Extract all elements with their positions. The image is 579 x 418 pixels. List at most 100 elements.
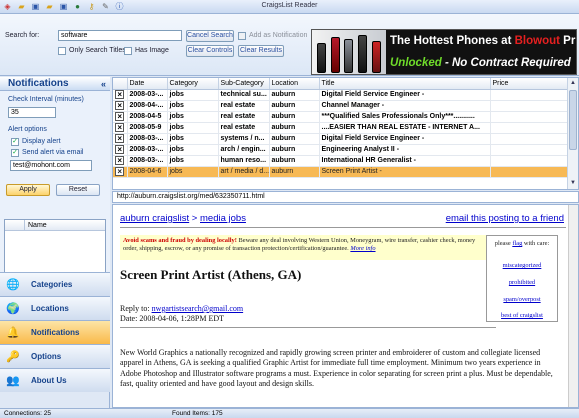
table-row[interactable]: × 2008-04-5 jobs real estate auburn ***Qualif… bbox=[113, 111, 569, 123]
cell-title: Channel Manager - bbox=[319, 100, 491, 112]
search-bar: Search for: software Cancel Search Add a… bbox=[0, 14, 579, 76]
delete-icon[interactable]: × bbox=[115, 112, 125, 121]
grid-header-category[interactable]: Category bbox=[167, 78, 219, 90]
cell-price bbox=[490, 133, 569, 145]
crumb-site-link[interactable]: auburn craigslist bbox=[120, 213, 189, 224]
nav-notifications-label: Notifications bbox=[31, 328, 80, 337]
table-row[interactable]: × 2008-04-... jobs real estate auburn Channel… bbox=[113, 100, 569, 112]
delete-icon[interactable]: × bbox=[115, 156, 125, 165]
table-row[interactable]: × 2008-04-6 jobs art / media / d... auburn Sc… bbox=[113, 166, 569, 178]
grid-header-date[interactable]: Date bbox=[127, 78, 168, 90]
divider bbox=[120, 227, 566, 228]
title-bar: ◈ ▰ ▣ ▰ ▣ ● ⚷ ✎ ⓘ CraigsList Reader bbox=[0, 0, 579, 14]
cell-location: auburn bbox=[269, 166, 320, 178]
add-notification-checkbox[interactable] bbox=[238, 32, 246, 40]
delete-row-cell: × bbox=[113, 89, 128, 101]
has-image-checkbox[interactable] bbox=[124, 47, 132, 55]
clear-controls-button[interactable]: Clear Controls bbox=[186, 45, 234, 57]
sidebar: Notifications « Check Interval (minutes)… bbox=[0, 77, 110, 408]
nav-categories-label: Categories bbox=[31, 280, 73, 289]
grid-header-price[interactable]: Price bbox=[490, 78, 569, 90]
nav-notifications[interactable]: 🔔 Notifications bbox=[0, 320, 110, 344]
grid-scroll-thumb[interactable] bbox=[569, 90, 577, 150]
only-titles-checkbox[interactable] bbox=[58, 47, 66, 55]
search-input[interactable]: software bbox=[58, 30, 182, 41]
nav-categories[interactable]: 🌐 Categories bbox=[0, 272, 110, 296]
display-alert-checkbox[interactable]: ✓ bbox=[11, 138, 19, 146]
results-grid[interactable]: Date Category Sub-Category Location Titl… bbox=[112, 77, 579, 190]
collapse-icon[interactable]: « bbox=[101, 77, 106, 91]
cell-sub-category: real estate bbox=[218, 122, 270, 134]
delete-icon[interactable]: × bbox=[115, 90, 125, 99]
delete-row-cell: × bbox=[113, 100, 128, 112]
found-items-status: Found Items: 175 bbox=[172, 410, 223, 417]
cell-price bbox=[490, 122, 569, 134]
people-icon: 👥 bbox=[6, 375, 20, 387]
clear-results-button[interactable]: Clear Results bbox=[238, 45, 284, 57]
delete-icon[interactable]: × bbox=[115, 134, 125, 143]
table-row[interactable]: × 2008-03-... jobs technical su... auburn Dig… bbox=[113, 89, 569, 101]
table-row[interactable]: × 2008-05-9 jobs real estate auburn ....EASIE… bbox=[113, 122, 569, 134]
flag-best-of-link[interactable]: best of craigslist bbox=[487, 312, 557, 319]
interval-input[interactable]: 35 bbox=[8, 107, 56, 118]
flag-miscategorized-link[interactable]: miscategorized bbox=[487, 262, 557, 269]
grid-header-title[interactable]: Title bbox=[319, 78, 491, 90]
grid-header-sub-category[interactable]: Sub-Category bbox=[218, 78, 270, 90]
name-list-header: Name bbox=[5, 220, 105, 231]
posting-title: Screen Print Artist (Athens, GA) bbox=[120, 267, 302, 282]
cell-sub-category: systems / n... bbox=[218, 133, 270, 145]
cell-title: Digital Field Service Engineer - bbox=[319, 89, 491, 101]
add-notification-label: Add as Notification bbox=[249, 32, 308, 39]
cell-title: Screen Print Artist - bbox=[319, 166, 491, 178]
cell-location: auburn bbox=[269, 111, 320, 123]
ad-banner[interactable]: The Hottest Phones at Blowout Prices Unl… bbox=[311, 29, 577, 75]
table-row[interactable]: × 2008-03-... jobs systems / n... auburn Digi… bbox=[113, 133, 569, 145]
banner-line-2: Unlocked - No Contract Required bbox=[386, 53, 576, 74]
cell-location: auburn bbox=[269, 155, 320, 167]
name-column-header[interactable]: Name bbox=[25, 220, 105, 230]
more-info-link[interactable]: More info bbox=[350, 245, 375, 252]
table-row[interactable]: × 2008-03-... jobs arch / engin... auburn Eng… bbox=[113, 144, 569, 156]
cell-date: 2008-03-... bbox=[127, 155, 168, 167]
delete-row-cell: × bbox=[113, 166, 128, 178]
delete-icon[interactable]: × bbox=[115, 167, 125, 176]
nav-locations-label: Locations bbox=[31, 304, 69, 313]
flag-link[interactable]: flag bbox=[512, 240, 522, 247]
results-table: Date Category Sub-Category Location Titl… bbox=[113, 78, 569, 178]
delete-row-cell: × bbox=[113, 133, 128, 145]
cell-title: International HR Generalist - bbox=[319, 155, 491, 167]
nav-options[interactable]: 🔑 Options bbox=[0, 344, 110, 368]
nav-about-us[interactable]: 👥 About Us bbox=[0, 368, 110, 392]
url-bar[interactable]: http://auburn.craigslist.org/med/6323507… bbox=[112, 191, 579, 203]
browser-scrollbar[interactable] bbox=[568, 205, 578, 407]
delete-row-cell: × bbox=[113, 122, 128, 134]
reply-to: Reply to: nwgartistsearch@gmail.com bbox=[120, 304, 244, 313]
flag-spam-link[interactable]: spam/overpost bbox=[487, 296, 557, 303]
scroll-down-icon[interactable]: ▼ bbox=[568, 178, 578, 189]
reset-button[interactable]: Reset bbox=[56, 184, 100, 196]
scroll-up-icon[interactable]: ▲ bbox=[568, 78, 578, 89]
table-row[interactable]: × 2008-03-... jobs human reso... auburn Inter… bbox=[113, 155, 569, 167]
warning-heading: Avoid scams and fraud by dealing locally… bbox=[123, 237, 237, 244]
cell-date: 2008-03-... bbox=[127, 144, 168, 156]
reply-email-link[interactable]: nwgartistsearch@gmail.com bbox=[152, 304, 244, 313]
cell-sub-category: technical su... bbox=[218, 89, 270, 101]
delete-icon[interactable]: × bbox=[115, 123, 125, 132]
crumb-category-link[interactable]: media jobs bbox=[200, 213, 246, 224]
delete-icon[interactable]: × bbox=[115, 101, 125, 110]
cell-date: 2008-03-... bbox=[127, 89, 168, 101]
posting-browser[interactable]: auburn craigslist > media jobs email thi… bbox=[112, 204, 579, 408]
apply-button[interactable]: Apply bbox=[6, 184, 50, 196]
grid-scrollbar[interactable]: ▲ ▼ bbox=[567, 78, 578, 189]
delete-icon[interactable]: × bbox=[115, 145, 125, 154]
nav-locations[interactable]: 🌍 Locations bbox=[0, 296, 110, 320]
cell-category: jobs bbox=[167, 89, 219, 101]
grid-header-location[interactable]: Location bbox=[269, 78, 320, 90]
nav-options-label: Options bbox=[31, 352, 62, 361]
flag-prohibited-link[interactable]: prohibited bbox=[487, 279, 557, 286]
cancel-search-button[interactable]: Cancel Search bbox=[186, 30, 234, 42]
send-email-checkbox[interactable]: ✓ bbox=[11, 149, 19, 157]
email-friend-link[interactable]: email this posting to a friend bbox=[446, 213, 564, 224]
email-input[interactable]: test@mohont.com bbox=[10, 160, 92, 171]
cell-location: auburn bbox=[269, 144, 320, 156]
